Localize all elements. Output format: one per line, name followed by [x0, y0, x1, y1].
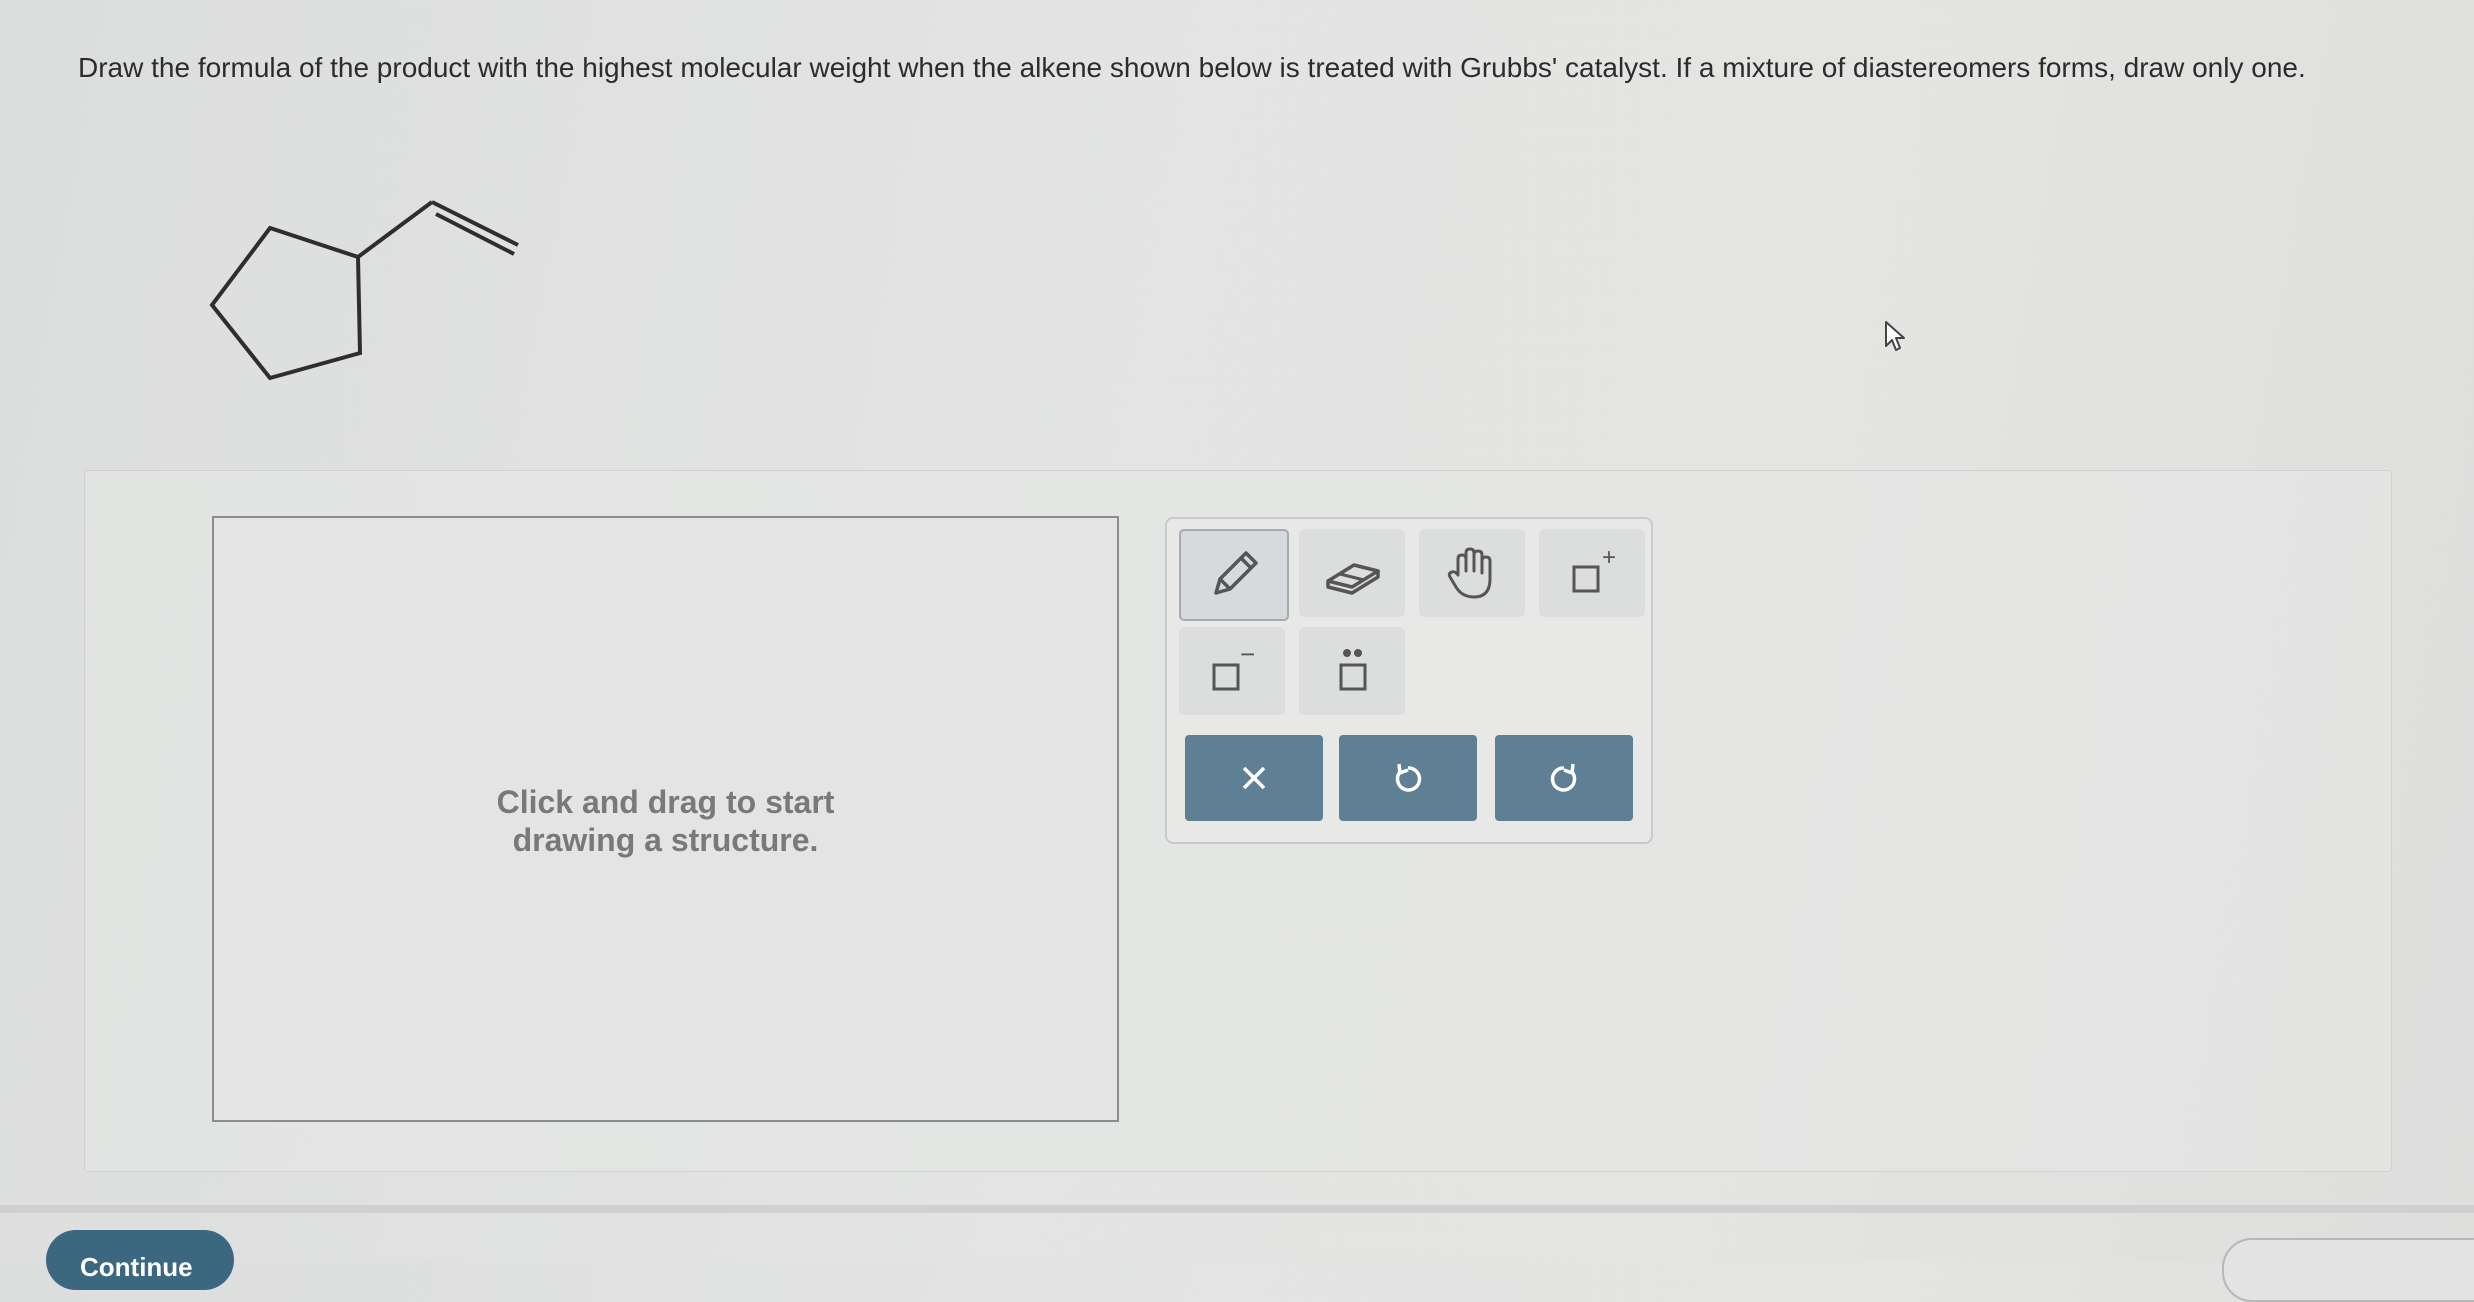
- negative-charge-tool-button[interactable]: −: [1179, 627, 1285, 715]
- continue-button[interactable]: Continue: [46, 1230, 234, 1290]
- eraser-tool-button[interactable]: [1299, 529, 1405, 617]
- hand-tool-button[interactable]: [1419, 529, 1525, 617]
- lone-pair-icon: [1339, 649, 1367, 691]
- canvas-hint: Click and drag to start drawing a struct…: [496, 784, 835, 858]
- clear-icon: [1242, 766, 1266, 790]
- undo-icon: [1395, 763, 1422, 792]
- eraser-icon: [1326, 563, 1380, 595]
- redo-button[interactable]: [1495, 735, 1633, 821]
- question-text: Draw the formula of the product with the…: [78, 52, 2306, 83]
- clear-button[interactable]: [1185, 735, 1323, 821]
- vinylcyclopentane-structure: [209, 200, 519, 381]
- cyclopentane-ring: [209, 225, 363, 381]
- positive-charge-icon: +: [1572, 544, 1616, 593]
- redo-icon: [1550, 763, 1577, 792]
- mouse-cursor-icon: [1885, 321, 1905, 351]
- hand-icon: [1447, 547, 1492, 599]
- vinyl-double-bond-2: [435, 212, 515, 256]
- lone-pair-tool-button[interactable]: [1299, 627, 1405, 715]
- negative-charge-icon: −: [1212, 639, 1255, 691]
- corner-button[interactable]: [2222, 1238, 2474, 1302]
- vinyl-single-bond: [356, 200, 434, 259]
- footer-divider: [0, 1205, 2474, 1213]
- undo-button[interactable]: [1339, 735, 1477, 821]
- pencil-tool-button[interactable]: [1179, 529, 1289, 621]
- svg-text:−: −: [1240, 639, 1255, 669]
- positive-charge-tool-button[interactable]: +: [1539, 529, 1645, 617]
- toolbar: + −: [1165, 517, 1653, 844]
- pencil-icon: [1214, 551, 1258, 595]
- vinyl-double-bond-1: [431, 200, 519, 247]
- svg-text:+: +: [1602, 544, 1616, 571]
- drawing-canvas[interactable]: Click and drag to start drawing a struct…: [212, 516, 1119, 1122]
